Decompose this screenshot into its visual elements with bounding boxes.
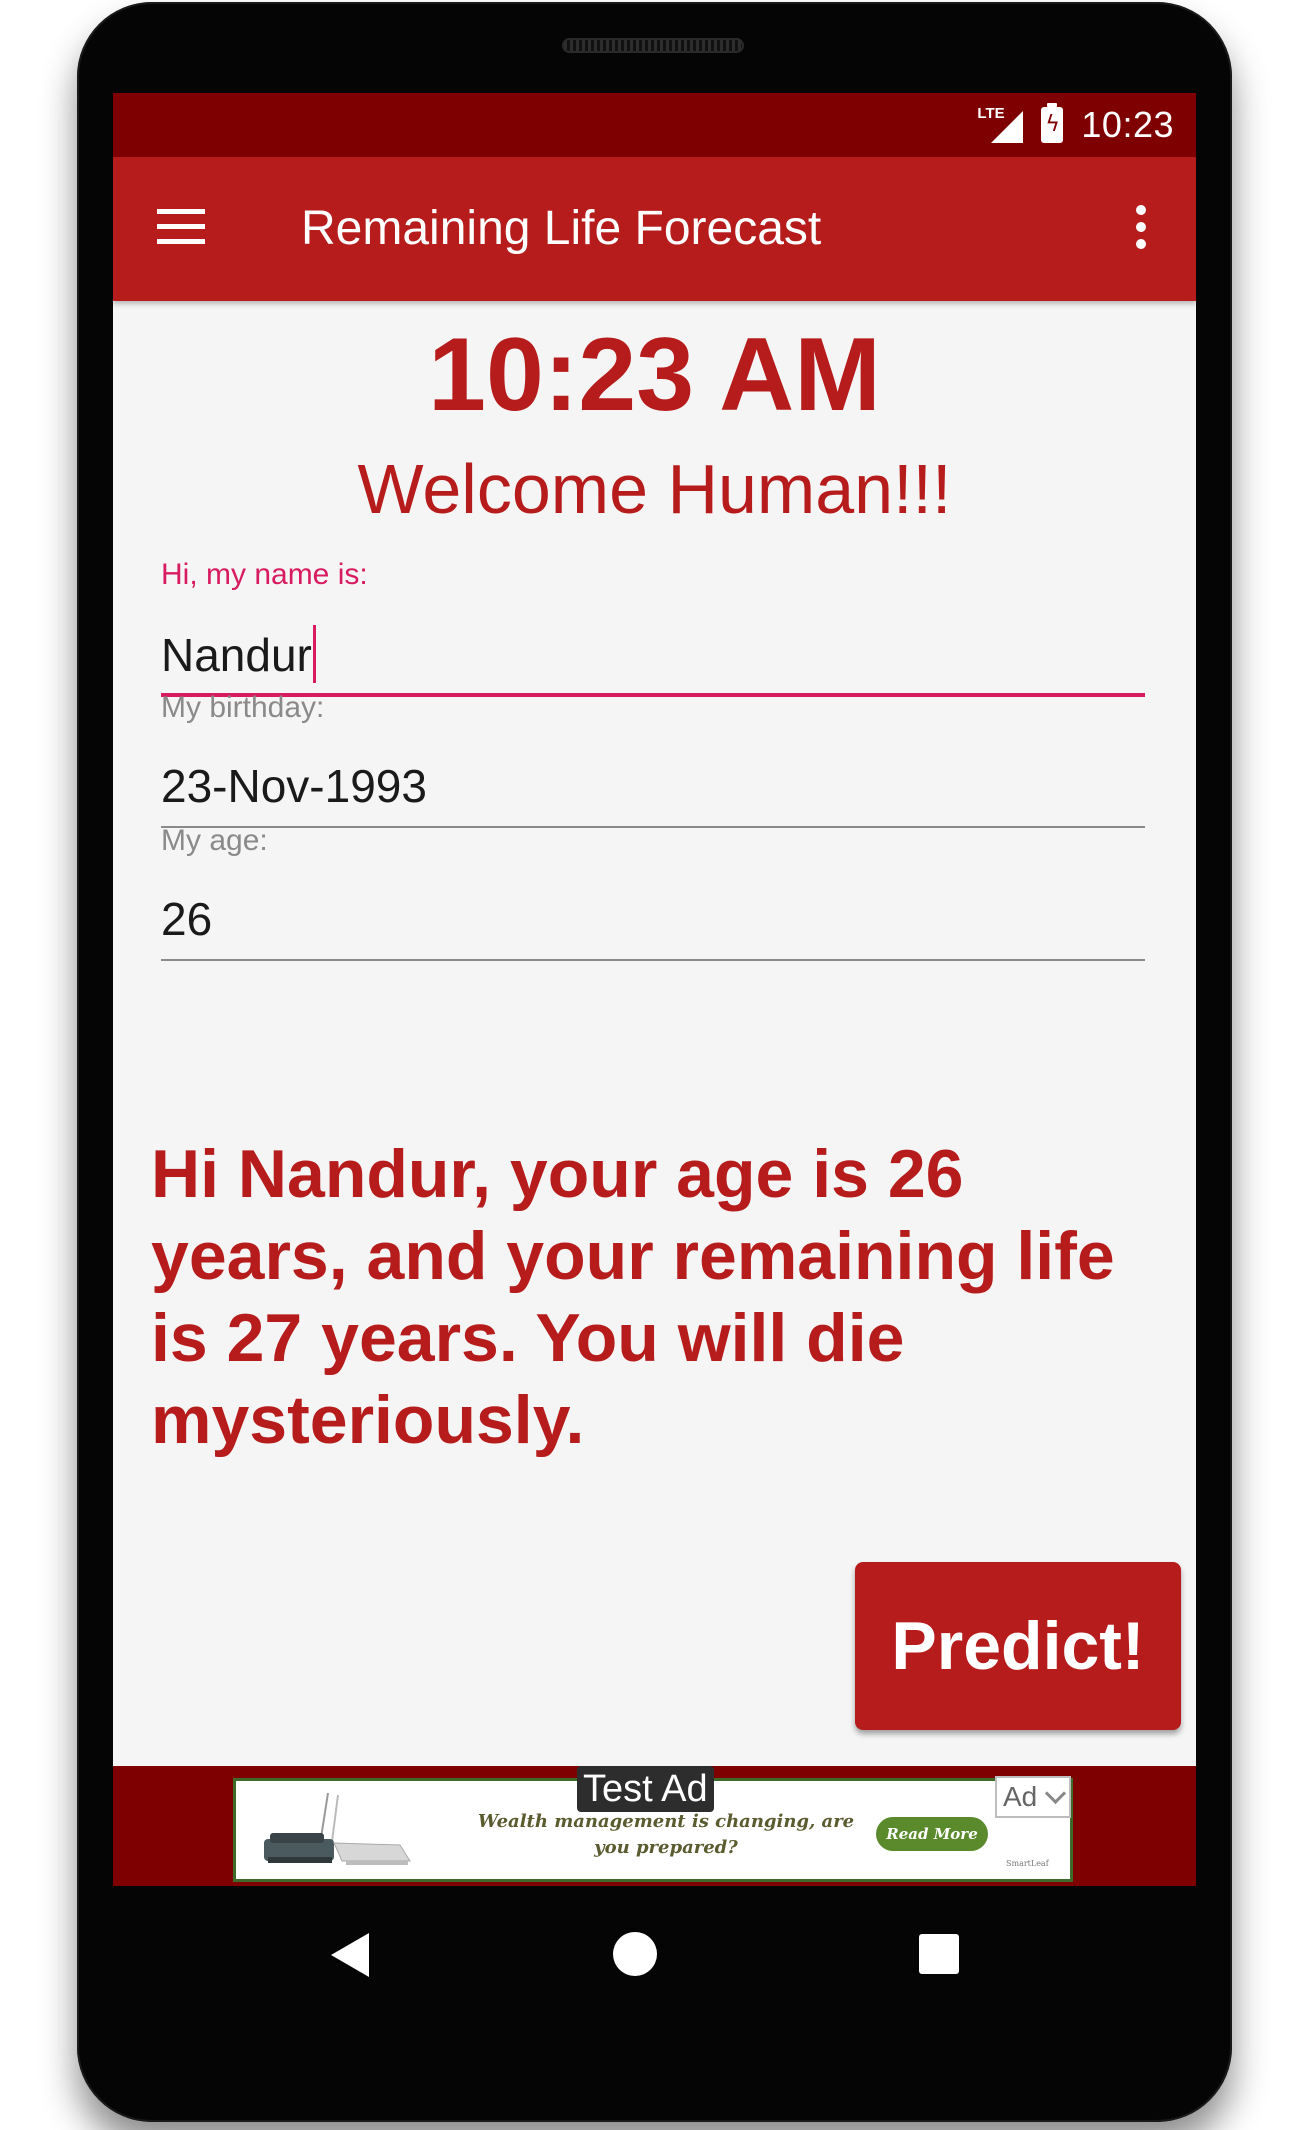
status-icons: LTE ϟ 10:23	[977, 101, 1174, 149]
app-bar: Remaining Life Forecast	[113, 157, 1196, 301]
home-icon[interactable]	[613, 1932, 657, 1976]
ad-badge-label: Ad	[1003, 1781, 1038, 1812]
chevron-down-icon	[1044, 1782, 1067, 1805]
typewriter-laptop-image	[264, 1792, 411, 1865]
test-ad-label: Test Ad	[577, 1766, 714, 1812]
age-field[interactable]: My age: 26	[161, 823, 1145, 961]
charging-bolt-icon: ϟ	[1045, 112, 1060, 137]
ad-brand: SmartLeaf	[1006, 1859, 1049, 1868]
name-label: Hi, my name is:	[161, 558, 368, 591]
birthday-input[interactable]: 23-Nov-1993	[161, 758, 1145, 814]
predict-button[interactable]: Predict!	[855, 1562, 1181, 1730]
ad-text: Wealth management is changing, are you p…	[477, 1811, 855, 1858]
earpiece-speaker	[562, 38, 744, 53]
status-bar: LTE ϟ 10:23	[113, 93, 1196, 157]
status-time: 10:23	[1081, 104, 1174, 145]
app-title: Remaining Life Forecast	[301, 202, 822, 255]
name-input[interactable]: Nandur	[161, 625, 1145, 683]
recents-icon[interactable]	[919, 1934, 959, 1974]
ad-choices-badge[interactable]: Ad	[995, 1776, 1071, 1818]
app-screen: LTE ϟ 10:23 Remaining Life Forecast 10:2…	[113, 93, 1196, 1886]
age-underline	[161, 959, 1145, 961]
welcome-message: Welcome Human!!!	[357, 450, 952, 528]
phone-frame: LTE ϟ 10:23 Remaining Life Forecast 10:2…	[77, 2, 1232, 2122]
signal-icon	[991, 111, 1024, 143]
text-cursor	[312, 625, 316, 683]
name-field[interactable]: Hi, my name is: Nandur	[161, 557, 1145, 697]
birthday-field[interactable]: My birthday: 23-Nov-1993	[161, 690, 1145, 828]
name-value: Nandur	[161, 629, 312, 681]
read-more-button[interactable]: Read More	[876, 1817, 988, 1851]
birthday-label: My birthday:	[161, 691, 325, 724]
system-navigation-bar	[113, 1886, 1196, 2026]
current-time: 10:23 AM	[428, 317, 881, 433]
age-input[interactable]: 26	[161, 891, 1145, 947]
hamburger-menu-icon[interactable]	[157, 209, 207, 249]
lte-signal-icon: LTE	[977, 105, 1024, 145]
overflow-menu-icon[interactable]	[1136, 205, 1148, 255]
forecast-result: Hi Nandur, your age is 26 years, and you…	[151, 1136, 1115, 1458]
ad-strip: Wealth management is changing, are you p…	[113, 1766, 1196, 1886]
age-label: My age:	[161, 824, 268, 857]
battery-charging-icon: ϟ	[1041, 103, 1064, 143]
back-icon[interactable]	[331, 1933, 369, 1977]
